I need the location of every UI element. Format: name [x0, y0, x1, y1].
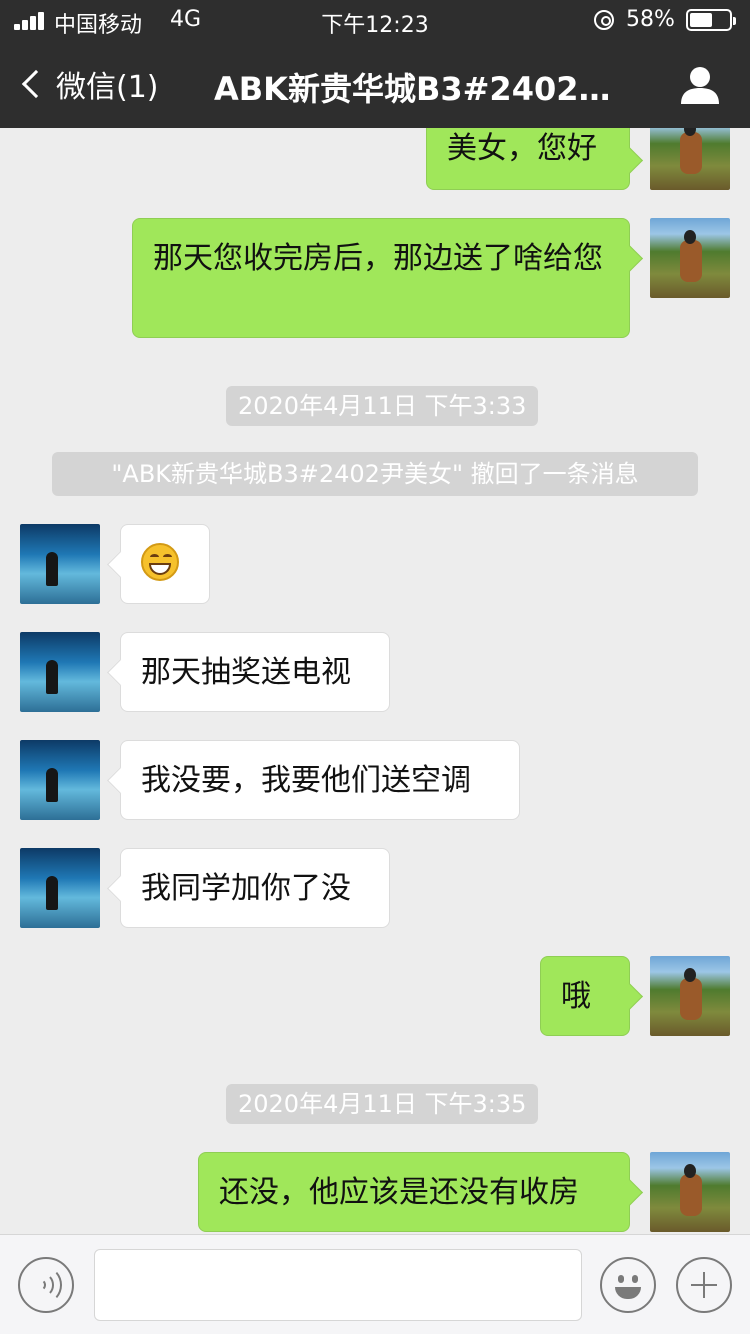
- message-bubble-received[interactable]: 那天抽奖送电视: [120, 632, 390, 712]
- message-text: 哦: [561, 979, 591, 1014]
- voice-icon[interactable]: [18, 1257, 74, 1313]
- top-bar: 中国移动 4G 下午12:23 58% 微信(1) ABK新贵华城B3#2402…: [0, 0, 750, 128]
- message-bubble-sent[interactable]: 美女，您好: [426, 128, 630, 190]
- message-bubble-sent[interactable]: 还没，他应该是还没有收房: [198, 1152, 630, 1232]
- avatar[interactable]: [20, 632, 100, 712]
- message-bubble-received[interactable]: 我同学加你了没: [120, 848, 390, 928]
- back-button[interactable]: 微信(1): [18, 62, 159, 106]
- message-text: 那天您收完房后，那边送了啥给您: [153, 241, 603, 276]
- battery-percent: 58%: [626, 7, 675, 32]
- message-bubble-sent[interactable]: 那天您收完房后，那边送了啥给您: [132, 218, 630, 338]
- grinning-emoji-icon: [141, 543, 179, 581]
- message-text: 那天抽奖送电视: [141, 655, 351, 690]
- chat-title: ABK新贵华城B3#2402…: [214, 70, 611, 108]
- back-label: 微信(1): [56, 70, 159, 105]
- message-input[interactable]: [94, 1249, 582, 1321]
- timestamp: 2020年4月11日 下午3:35: [226, 1084, 539, 1124]
- avatar[interactable]: [20, 848, 100, 928]
- chevron-left-icon: [21, 69, 51, 99]
- message-text: 我同学加你了没: [141, 871, 351, 906]
- battery-icon: [686, 9, 736, 31]
- message-text: 我没要，我要他们送空调: [141, 763, 471, 798]
- input-bar: [0, 1234, 750, 1334]
- message-bubble-received[interactable]: [120, 524, 210, 604]
- rotation-lock-icon: [594, 10, 614, 30]
- battery-fill: [690, 13, 712, 27]
- message-bubble-sent[interactable]: 哦: [540, 956, 630, 1036]
- avatar[interactable]: [650, 218, 730, 298]
- avatar[interactable]: [20, 740, 100, 820]
- avatar[interactable]: [650, 956, 730, 1036]
- avatar[interactable]: [650, 1152, 730, 1232]
- chat-area[interactable]: 美女，您好 那天您收完房后，那边送了啥给您 2020年4月11日 下午3:33 …: [0, 128, 750, 1234]
- message-text: 美女，您好: [447, 131, 597, 166]
- person-icon[interactable]: [680, 66, 720, 104]
- status-bar: 中国移动 4G 下午12:23 58%: [0, 0, 750, 40]
- emoji-icon[interactable]: [600, 1257, 656, 1313]
- avatar[interactable]: [20, 524, 100, 604]
- nav-bar: 微信(1) ABK新贵华城B3#2402…: [0, 40, 750, 128]
- plus-icon[interactable]: [676, 1257, 732, 1313]
- timestamp: 2020年4月11日 下午3:33: [226, 386, 539, 426]
- message-bubble-received[interactable]: 我没要，我要他们送空调: [120, 740, 520, 820]
- recall-notice: "ABK新贵华城B3#2402尹美女" 撤回了一条消息: [52, 452, 698, 496]
- avatar[interactable]: [650, 128, 730, 190]
- message-text: 还没，他应该是还没有收房: [219, 1175, 579, 1210]
